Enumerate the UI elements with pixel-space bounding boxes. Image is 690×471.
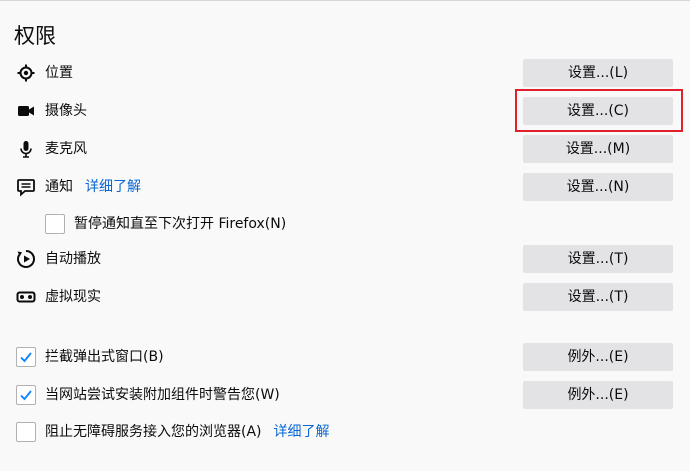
location-label: 位置 — [45, 65, 73, 81]
section-title: 权限 — [14, 24, 56, 48]
block-popups-label: 拦截弹出式窗口(B) — [45, 349, 164, 365]
block-accessibility-checkbox[interactable] — [16, 422, 36, 442]
location-settings-button[interactable]: 设置...(L) — [523, 59, 673, 87]
checkmark-icon — [20, 390, 32, 401]
permission-row-location: 位置 设置...(L) — [0, 59, 690, 87]
block-accessibility-row: 阻止无障碍服务接入您的浏览器(A) 详细了解 — [0, 418, 690, 446]
autoplay-settings-button[interactable]: 设置...(T) — [523, 245, 673, 273]
vr-label: 虚拟现实 — [45, 289, 101, 305]
notification-icon — [16, 177, 36, 197]
notifications-learn-more-link[interactable]: 详细了解 — [85, 179, 141, 195]
top-divider — [0, 0, 690, 1]
block-popups-checkbox[interactable] — [16, 347, 36, 367]
notifications-label-group: 通知 详细了解 — [45, 177, 141, 197]
microphone-icon — [16, 139, 36, 159]
checkmark-icon — [20, 352, 32, 363]
microphone-label: 麦克风 — [45, 141, 87, 157]
pause-notifications-row: 暂停通知直至下次打开 Firefox(N) — [0, 210, 690, 238]
highlight-box — [515, 89, 683, 132]
warn-addons-checkbox[interactable] — [16, 385, 36, 405]
block-accessibility-label: 阻止无障碍服务接入您的浏览器(A) — [45, 424, 262, 440]
vr-settings-button[interactable]: 设置...(T) — [523, 283, 673, 311]
autoplay-label: 自动播放 — [45, 251, 101, 267]
warn-addons-row: 当网站尝试安装附加组件时警告您(W) 例外...(E) — [0, 381, 690, 409]
warn-addons-label: 当网站尝试安装附加组件时警告您(W) — [45, 387, 280, 403]
block-accessibility-label-group: 阻止无障碍服务接入您的浏览器(A) 详细了解 — [45, 422, 330, 442]
block-popups-row: 拦截弹出式窗口(B) 例外...(E) — [0, 343, 690, 371]
camera-label: 摄像头 — [45, 103, 87, 119]
notifications-settings-button[interactable]: 设置...(N) — [523, 173, 673, 201]
accessibility-learn-more-link[interactable]: 详细了解 — [274, 424, 330, 440]
pause-notifications-label: 暂停通知直至下次打开 Firefox(N) — [74, 216, 287, 232]
pause-notifications-checkbox[interactable] — [45, 214, 65, 234]
warn-addons-exceptions-button[interactable]: 例外...(E) — [523, 381, 673, 409]
autoplay-icon — [16, 249, 36, 269]
block-popups-exceptions-button[interactable]: 例外...(E) — [523, 343, 673, 371]
permission-row-autoplay: 自动播放 设置...(T) — [0, 245, 690, 273]
permission-row-microphone: 麦克风 设置...(M) — [0, 135, 690, 163]
permission-row-notifications: 通知 详细了解 设置...(N) — [0, 173, 690, 201]
permission-row-vr: 虚拟现实 设置...(T) — [0, 283, 690, 311]
notifications-label: 通知 — [45, 179, 73, 195]
camera-icon — [16, 101, 36, 121]
vr-icon — [16, 287, 36, 307]
location-icon — [16, 63, 36, 83]
microphone-settings-button[interactable]: 设置...(M) — [523, 135, 673, 163]
